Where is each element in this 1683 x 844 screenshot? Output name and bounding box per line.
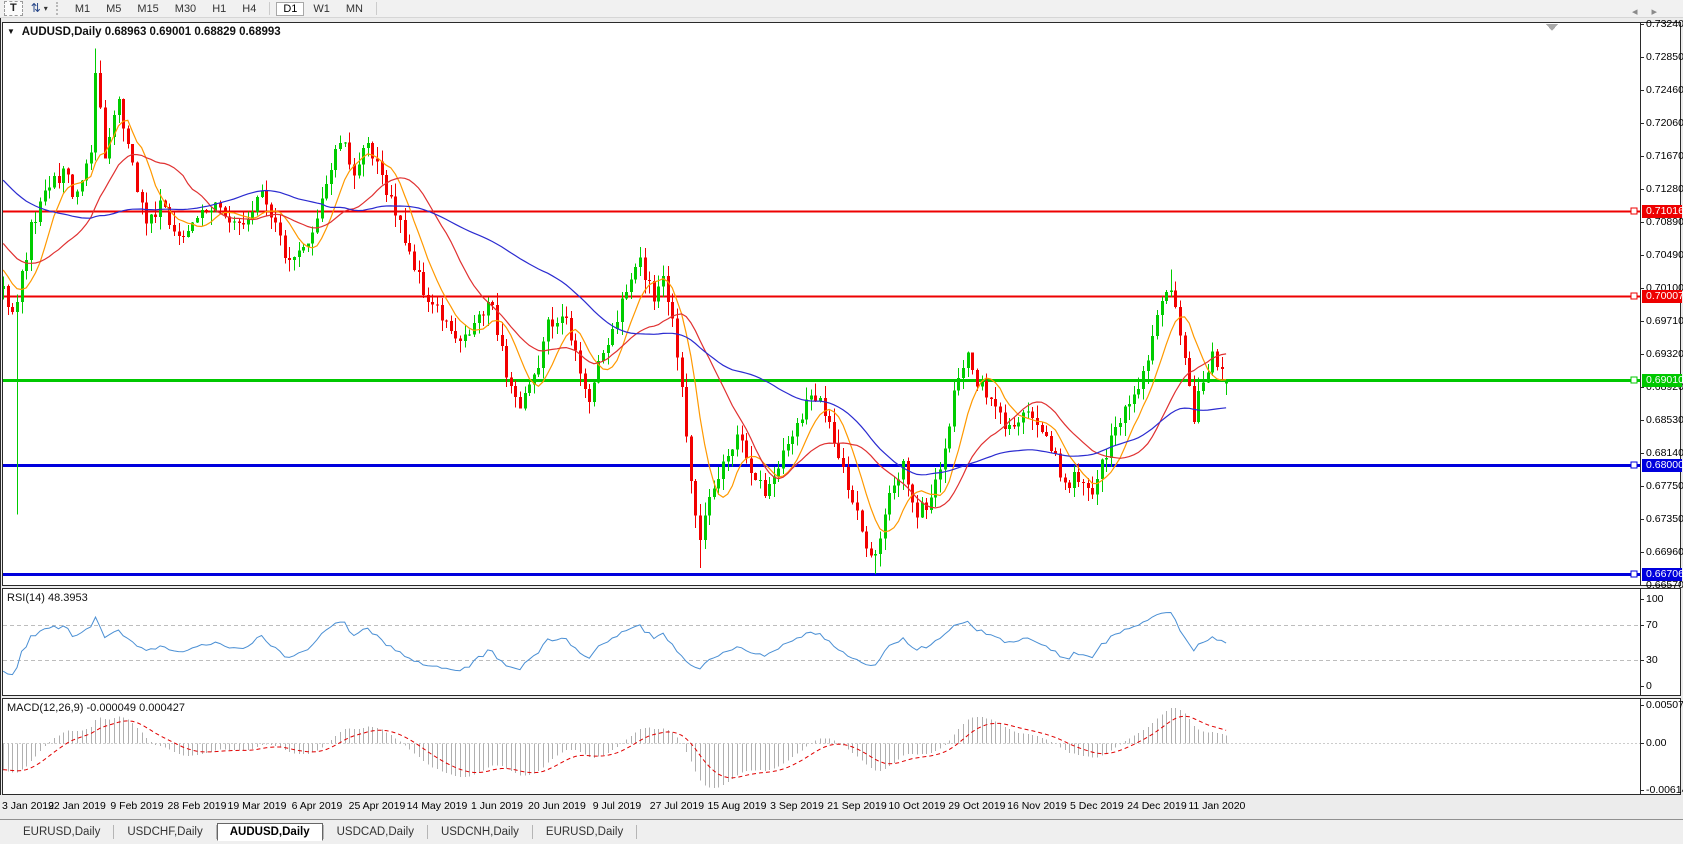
rsi-axis-label: 30	[1646, 654, 1658, 666]
tab-separator	[636, 825, 637, 839]
macd-axis-label: -0.006148	[1646, 784, 1683, 796]
dropdown-caret-icon[interactable]: ▾	[44, 4, 48, 13]
date-axis-label: 29 Oct 2019	[948, 800, 1005, 812]
date-axis-label: 10 Oct 2019	[888, 800, 945, 812]
text-tool-button[interactable]: T	[4, 1, 23, 16]
chart-tab-4-usdcnh[interactable]: USDCNH,Daily	[428, 823, 532, 841]
scale-arrows-icon[interactable]: ⇅	[31, 2, 41, 15]
rsi-axis-label: 70	[1646, 619, 1658, 631]
timeframe-button-m1[interactable]: M1	[68, 2, 97, 16]
date-axis-label: 21 Sep 2019	[827, 800, 887, 812]
price-axis-label: 0.73240	[1646, 18, 1683, 30]
date-axis-label: 3 Sep 2019	[770, 800, 824, 812]
rsi-axis-label: 100	[1646, 593, 1664, 605]
price-axis-label: 0.68140	[1646, 447, 1683, 459]
date-axis-label: 1 Jun 2019	[471, 800, 523, 812]
price-axis-label: 0.71280	[1646, 183, 1683, 195]
symbol-dropdown-icon[interactable]: ▼	[7, 27, 15, 36]
timeframe-button-m30[interactable]: M30	[168, 2, 203, 16]
chart-tabs: EURUSD,DailyUSDCHF,DailyAUDUSD,DailyUSDC…	[10, 823, 637, 841]
macd-axis-label: 0.00	[1646, 737, 1666, 749]
macd-panel[interactable]	[2, 698, 1681, 795]
price-axis-label: 0.70490	[1646, 249, 1683, 261]
rsi-axis-label: 0	[1646, 680, 1652, 692]
timeframe-button-mn[interactable]: MN	[339, 2, 370, 16]
rsi-label: RSI(14) 48.3953	[7, 592, 88, 604]
timeframe-button-w1[interactable]: W1	[306, 2, 337, 16]
date-axis-label: 14 May 2019	[407, 800, 468, 812]
date-axis-label: 9 Jul 2019	[593, 800, 641, 812]
chart-tab-2-audusd[interactable]: AUDUSD,Daily	[217, 823, 323, 841]
toolbar-grip[interactable]	[56, 2, 61, 15]
chart-tab-3-usdcad[interactable]: USDCAD,Daily	[324, 823, 427, 841]
timeframe-button-h4[interactable]: H4	[235, 2, 263, 16]
tab-scroll-right-icon[interactable]: ▸	[1651, 6, 1671, 18]
chart-tab-0-eurusd[interactable]: EURUSD,Daily	[10, 823, 113, 841]
price-axis-label: 0.72060	[1646, 117, 1683, 129]
macd-axis-label: 0.005076	[1646, 699, 1683, 711]
price-axis-label: 0.69320	[1646, 348, 1683, 360]
chart-tab-5-eurusd[interactable]: EURUSD,Daily	[533, 823, 636, 841]
date-axis-label: 25 Apr 2019	[349, 800, 406, 812]
level-price-badge: 0.69010	[1642, 374, 1682, 387]
chart-tab-bar: EURUSD,DailyUSDCHF,DailyAUDUSD,DailyUSDC…	[0, 820, 1683, 844]
rsi-panel[interactable]	[2, 588, 1681, 696]
timeframe-button-m5[interactable]: M5	[99, 2, 128, 16]
toolbar: T ⇅ ▾ M1M5M15M30H1H4 D1W1MN	[0, 0, 1683, 18]
timeframe-button-group: M1M5M15M30H1H4 D1W1MN	[67, 2, 371, 16]
level-price-badge: 0.68000	[1642, 459, 1682, 472]
timeframe-button-h1[interactable]: H1	[205, 2, 233, 16]
chart-symbol-label: AUDUSD,Daily	[22, 26, 102, 38]
chart-ohlc-values: 0.68963 0.69001 0.68829 0.68993	[105, 26, 281, 38]
mt4-window: T ⇅ ▾ M1M5M15M30H1H4 D1W1MN ▼ AUDUSD,Dail…	[0, 0, 1683, 844]
timeframe-button-m15[interactable]: M15	[130, 2, 165, 16]
price-axis-label: 0.72460	[1646, 84, 1683, 96]
level-price-badge: 0.70007	[1642, 290, 1682, 303]
date-axis-label: 9 Feb 2019	[110, 800, 163, 812]
price-axis-label: 0.66960	[1646, 546, 1683, 558]
date-axis-label: 20 Jun 2019	[528, 800, 586, 812]
date-axis-label: 6 Apr 2019	[292, 800, 343, 812]
date-axis-label: 27 Jul 2019	[650, 800, 704, 812]
level-price-badge: 0.71016	[1642, 205, 1682, 218]
price-axis-label: 0.71670	[1646, 150, 1683, 162]
macd-label: MACD(12,26,9) -0.000049 0.000427	[7, 702, 185, 714]
chart-title: ▼ AUDUSD,Daily 0.68963 0.69001 0.68829 0…	[7, 26, 281, 38]
toolbar-separator	[376, 2, 377, 15]
price-axis-label: 0.67750	[1646, 480, 1683, 492]
price-axis-label: 0.68530	[1646, 414, 1683, 426]
tab-scroll-left-icon[interactable]: ◂	[1632, 6, 1652, 18]
date-axis-label: 3 Jan 2019	[2, 800, 54, 812]
toolbar-separator	[269, 2, 270, 15]
date-axis-label: 24 Dec 2019	[1127, 800, 1187, 812]
date-axis-label: 19 Mar 2019	[227, 800, 286, 812]
price-axis-label: 0.69710	[1646, 315, 1683, 327]
price-axis-label: 0.72850	[1646, 51, 1683, 63]
date-axis-label: 5 Dec 2019	[1070, 800, 1124, 812]
date-axis-label: 16 Nov 2019	[1007, 800, 1067, 812]
date-axis-label: 28 Feb 2019	[168, 800, 227, 812]
chart-tab-1-usdchf[interactable]: USDCHF,Daily	[114, 823, 215, 841]
level-price-badge: 0.66706	[1642, 568, 1682, 581]
date-axis-label: 22 Jan 2019	[48, 800, 106, 812]
main-chart-panel[interactable]	[2, 22, 1681, 586]
date-axis-label: 11 Jan 2020	[1188, 800, 1245, 812]
date-axis-label: 15 Aug 2019	[707, 800, 766, 812]
date-axis[interactable]: 3 Jan 201922 Jan 2019 9 Feb 2019 28 Feb 20…	[0, 800, 1683, 816]
price-axis-label: 0.67350	[1646, 513, 1683, 525]
timeframe-button-d1[interactable]: D1	[276, 2, 304, 16]
